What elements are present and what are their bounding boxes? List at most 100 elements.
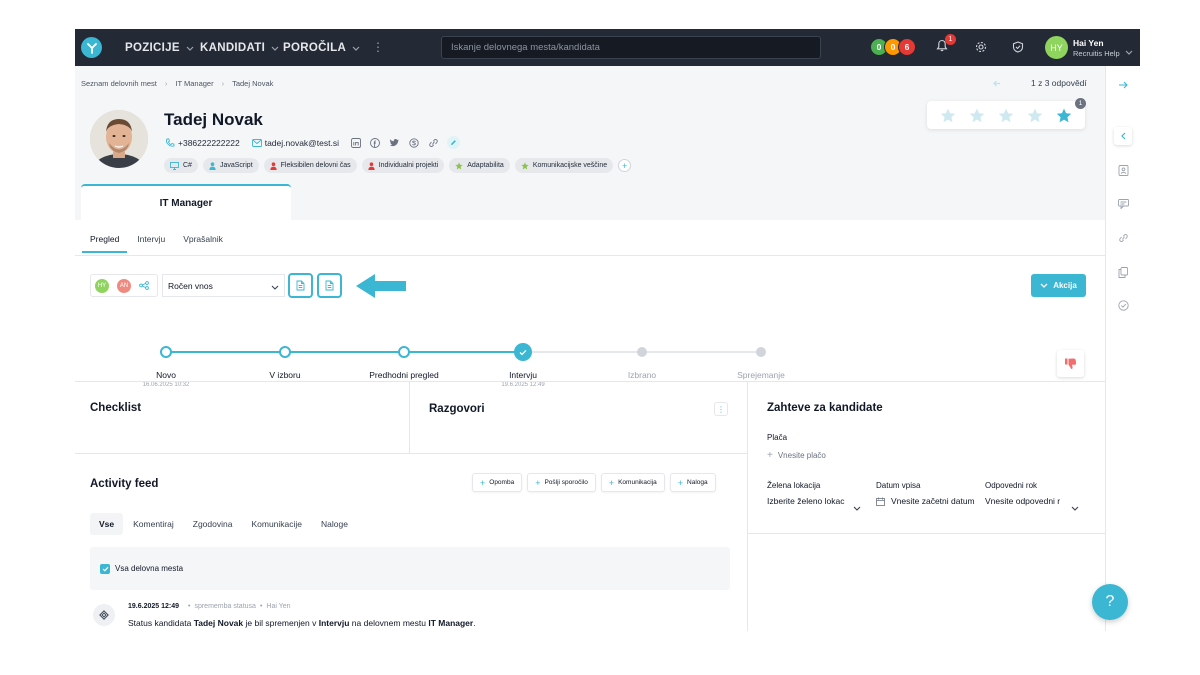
requirements-title: Zahteve za kandidate — [767, 402, 883, 414]
mail-icon — [251, 138, 262, 147]
button-label: Pošlji sporočilo — [544, 479, 588, 486]
arrow-right-icon[interactable] — [1114, 76, 1132, 94]
skill-tag[interactable]: C# — [164, 158, 198, 173]
all-positions-checkbox[interactable] — [100, 563, 110, 574]
edit-contact-button[interactable] — [447, 136, 461, 149]
assigned-users[interactable]: HY AN — [90, 274, 158, 297]
nav-porocila[interactable]: POROČILA — [283, 29, 360, 66]
feed-tab-vse[interactable]: Vse — [90, 513, 124, 535]
divider — [747, 381, 748, 631]
nav-pozicije[interactable]: POZICIJE — [125, 29, 194, 66]
star-icon[interactable] — [940, 108, 956, 123]
chevron-down-icon[interactable] — [853, 498, 861, 516]
button-label: Opomba — [489, 479, 515, 486]
bullet: • — [259, 603, 263, 610]
search-input[interactable]: Iskanje delovnega mesta/kandidata — [441, 36, 821, 59]
counter-badge-red[interactable]: 6 — [898, 38, 916, 56]
feed-tab-naloge[interactable]: Naloge — [321, 519, 348, 529]
breadcrumb-item[interactable]: Seznam delovnih mest — [81, 79, 157, 88]
share-icon — [139, 281, 149, 290]
skill-tag[interactable]: Adaptabilita — [449, 158, 510, 173]
nav-kandidati[interactable]: KANDIDATI — [200, 29, 279, 66]
arrow-left-icon[interactable] — [990, 77, 1004, 90]
add-note-button[interactable]: + Opomba — [472, 473, 523, 492]
feed-tab-komentiraj[interactable]: Komentiraj — [133, 519, 174, 529]
help-button[interactable]: ? — [1092, 584, 1128, 620]
pipeline-step-done[interactable] — [279, 346, 291, 358]
text-candidate: Tadej Novak — [193, 618, 244, 628]
user-name[interactable]: Hai Yen — [1073, 38, 1104, 48]
chevron-down-icon[interactable] — [1071, 498, 1079, 516]
linkedin-icon[interactable] — [351, 137, 361, 148]
contact-row: +386222222222 tadej.novak@test.si — [165, 136, 461, 149]
salary-add-link[interactable]: + Vnesite plačo — [767, 450, 826, 461]
tab-pregled[interactable]: Pregled — [81, 220, 128, 257]
notice-period-select[interactable]: Vnesite odpovedni r — [985, 496, 1063, 506]
pipeline-step-pending[interactable] — [637, 347, 647, 357]
pipeline-step-pending[interactable] — [756, 347, 766, 357]
top-navigation: POZICIJE KANDIDATI POROČILA ⋮ Iskanje de… — [75, 29, 1140, 66]
tab-vprasalnik[interactable]: Vprašalnik — [183, 220, 223, 257]
star-icon[interactable] — [1056, 108, 1072, 123]
pipeline-step-current[interactable] — [514, 343, 532, 361]
feed-tab-zgodovina[interactable]: Zgodovina — [193, 519, 233, 529]
divider — [75, 453, 747, 454]
source-select-value: Ročen vnos — [168, 280, 213, 291]
pipeline-step-done[interactable] — [160, 346, 172, 358]
action-label: Akcija — [1053, 281, 1077, 290]
skill-tag[interactable]: Fleksibilen delovni čas — [263, 158, 357, 173]
link-icon[interactable] — [428, 138, 439, 148]
more-menu-icon[interactable]: ⋮ — [372, 40, 384, 54]
message-icon[interactable] — [1114, 195, 1132, 213]
add-tag-button[interactable]: + — [618, 159, 632, 172]
add-communication-button[interactable]: + Komunikacija — [600, 473, 665, 492]
source-select[interactable]: Ročen vnos — [162, 274, 285, 297]
skill-tag[interactable]: JavaScript — [202, 158, 259, 173]
chevron-down-icon[interactable] — [1125, 42, 1133, 60]
location-select[interactable]: Izberite želeno lokac — [767, 496, 862, 506]
document-icon — [325, 280, 334, 291]
conversations-more-button[interactable]: ⋮ — [714, 402, 728, 416]
text: na delovnem mestu — [349, 618, 429, 628]
skill-tag[interactable]: Individualni projekti — [361, 158, 445, 173]
gear-icon[interactable] — [975, 40, 987, 58]
pipeline-step-label: Izbrano — [627, 370, 657, 380]
action-button[interactable]: Akcija — [1031, 274, 1086, 297]
user-avatar-small: AN — [117, 278, 131, 293]
skill-tag[interactable]: Komunikacijske veščine — [514, 158, 614, 173]
check-circle-icon[interactable] — [1114, 296, 1132, 314]
facebook-icon[interactable] — [370, 137, 380, 148]
logo-icon[interactable] — [81, 37, 102, 58]
reject-thumbs-down-button[interactable] — [1057, 350, 1084, 377]
skype-icon[interactable] — [409, 137, 419, 148]
link-icon[interactable] — [1114, 229, 1132, 247]
main-content: Pregled Intervju Vprašalnik HY AN Ročen … — [75, 220, 1105, 631]
email-link[interactable]: tadej.novak@test.si — [265, 138, 339, 148]
document-button-1[interactable] — [288, 273, 313, 298]
position-tab[interactable]: IT Manager — [81, 184, 291, 221]
bullet: • — [188, 603, 191, 610]
pipeline-connector — [523, 351, 642, 353]
star-icon[interactable] — [969, 108, 985, 123]
twitter-icon[interactable] — [389, 138, 400, 147]
feed-filter: Vsa delovna mesta — [90, 547, 730, 590]
copy-icon[interactable] — [1114, 263, 1132, 281]
pipeline-step-done[interactable] — [398, 346, 410, 358]
shield-icon[interactable] — [1012, 40, 1024, 58]
tab-intervju[interactable]: Intervju — [137, 220, 165, 257]
phone-link[interactable]: +386222222222 — [178, 138, 240, 148]
add-task-button[interactable]: + Naloga — [669, 473, 716, 492]
breadcrumb-item[interactable]: IT Manager — [175, 79, 213, 88]
collapse-panel-button[interactable] — [1114, 127, 1132, 145]
feed-tab-komunikacije[interactable]: Komunikacije — [251, 519, 302, 529]
feed-item-author: Hai Yen — [266, 603, 291, 610]
document-button-2[interactable] — [317, 273, 342, 298]
pipeline-step-date: 19.6.2025 12:49 — [501, 382, 545, 388]
contact-card-icon[interactable] — [1114, 161, 1132, 179]
star-icon[interactable] — [1027, 108, 1043, 123]
user-avatar[interactable]: HY — [1045, 36, 1068, 59]
person-icon — [367, 161, 375, 170]
send-message-button[interactable]: + Pošlji sporočilo — [527, 473, 596, 492]
start-date-input[interactable]: Vnesite začetni datum — [876, 496, 976, 506]
star-icon[interactable] — [998, 108, 1014, 123]
